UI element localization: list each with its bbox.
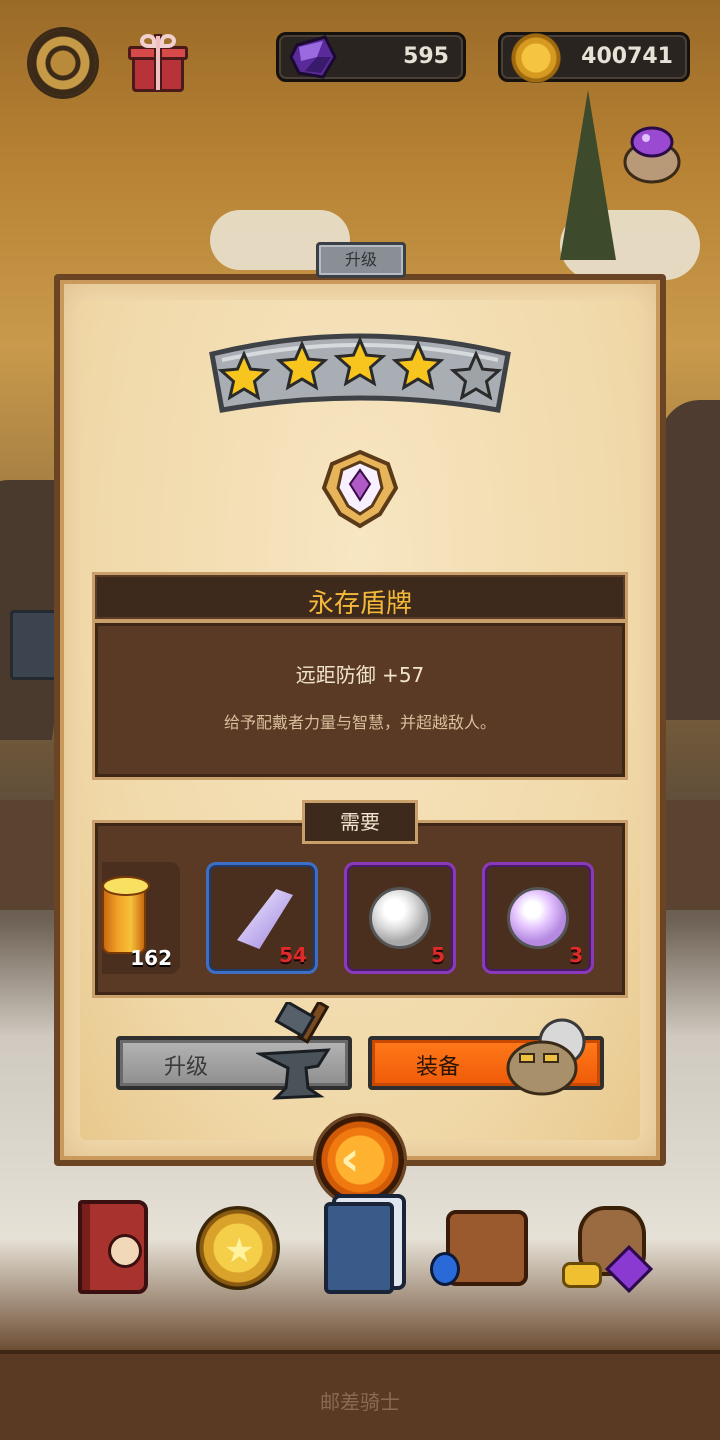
gift-bow [160, 34, 176, 48]
winged-shield-emblem-icon [321, 449, 399, 529]
requirement-crystal[interactable]: 54 [206, 862, 318, 974]
coin-count: 400741 [581, 44, 673, 69]
gold-coin-icon [511, 33, 561, 83]
gold-cylinder-icon [102, 876, 150, 954]
coin-counter[interactable]: 400741 [498, 32, 690, 83]
anvil-hammer-icon [256, 1002, 331, 1100]
star-medal-icon: ★ [196, 1206, 280, 1290]
gem-count: 595 [403, 44, 449, 69]
upgrade-button-label: 升级 [164, 1055, 209, 1080]
requirement-count: 162 [130, 946, 172, 970]
requirement-silver-orb[interactable]: 5 [344, 862, 456, 974]
item-flavor-text: 给予配戴者力量与智慧，并超越敌人。 [223, 713, 496, 732]
coin-stack-icon [562, 1262, 602, 1288]
item-name: 永存盾牌 [307, 589, 412, 619]
crystal-shard-icon [237, 889, 293, 949]
item-stat: 远距防御 +57 [295, 663, 425, 687]
silver-orb-icon [369, 887, 431, 949]
requirement-count: 54 [279, 943, 307, 967]
star-rating [209, 333, 511, 413]
back-chevron-icon: ‹ [340, 1131, 360, 1187]
menu-loot[interactable] [562, 1196, 662, 1302]
item-description-box: 远距防御 +57 给予配戴者力量与智慧，并超越敌人。 [92, 620, 628, 780]
purple-gem-icon [289, 35, 337, 79]
footer-title: 邮差骑士 [320, 1390, 400, 1414]
menu-cards[interactable] [310, 1196, 410, 1302]
requirement-count: 5 [431, 943, 445, 967]
back-button[interactable]: ‹ [316, 1116, 404, 1204]
panel-tab-label: 升级 [316, 242, 406, 278]
item-title-bar: 永存盾牌 [92, 572, 628, 622]
book-portrait [108, 1234, 142, 1268]
requirement-count: 3 [569, 943, 583, 967]
requirement-gold[interactable]: 162 [102, 862, 180, 974]
menu-satchel[interactable] [430, 1196, 536, 1302]
sack-equip-icon [506, 1018, 586, 1096]
menu-hero-book[interactable] [68, 1196, 168, 1302]
requirement-pink-orb[interactable]: 3 [482, 862, 594, 974]
gift-bow [140, 34, 156, 48]
hero-book-icon [78, 1200, 148, 1294]
card-deck-icon [324, 1202, 394, 1294]
gem-bag-icon[interactable] [622, 122, 682, 184]
menu-medal[interactable]: ★ [188, 1196, 288, 1302]
gift-icon[interactable] [128, 34, 188, 92]
star-icon: ★ [224, 1231, 255, 1271]
potion-icon [430, 1252, 460, 1286]
gem-counter[interactable]: 595 [276, 32, 466, 82]
spire-silhouette [560, 90, 616, 260]
mine-cart [10, 610, 58, 680]
rock-right [660, 400, 720, 720]
equip-button-label: 装备 [416, 1055, 461, 1080]
pink-orb-icon [507, 887, 569, 949]
gear-icon[interactable] [30, 30, 96, 96]
requirements-label: 需要 [302, 800, 418, 844]
